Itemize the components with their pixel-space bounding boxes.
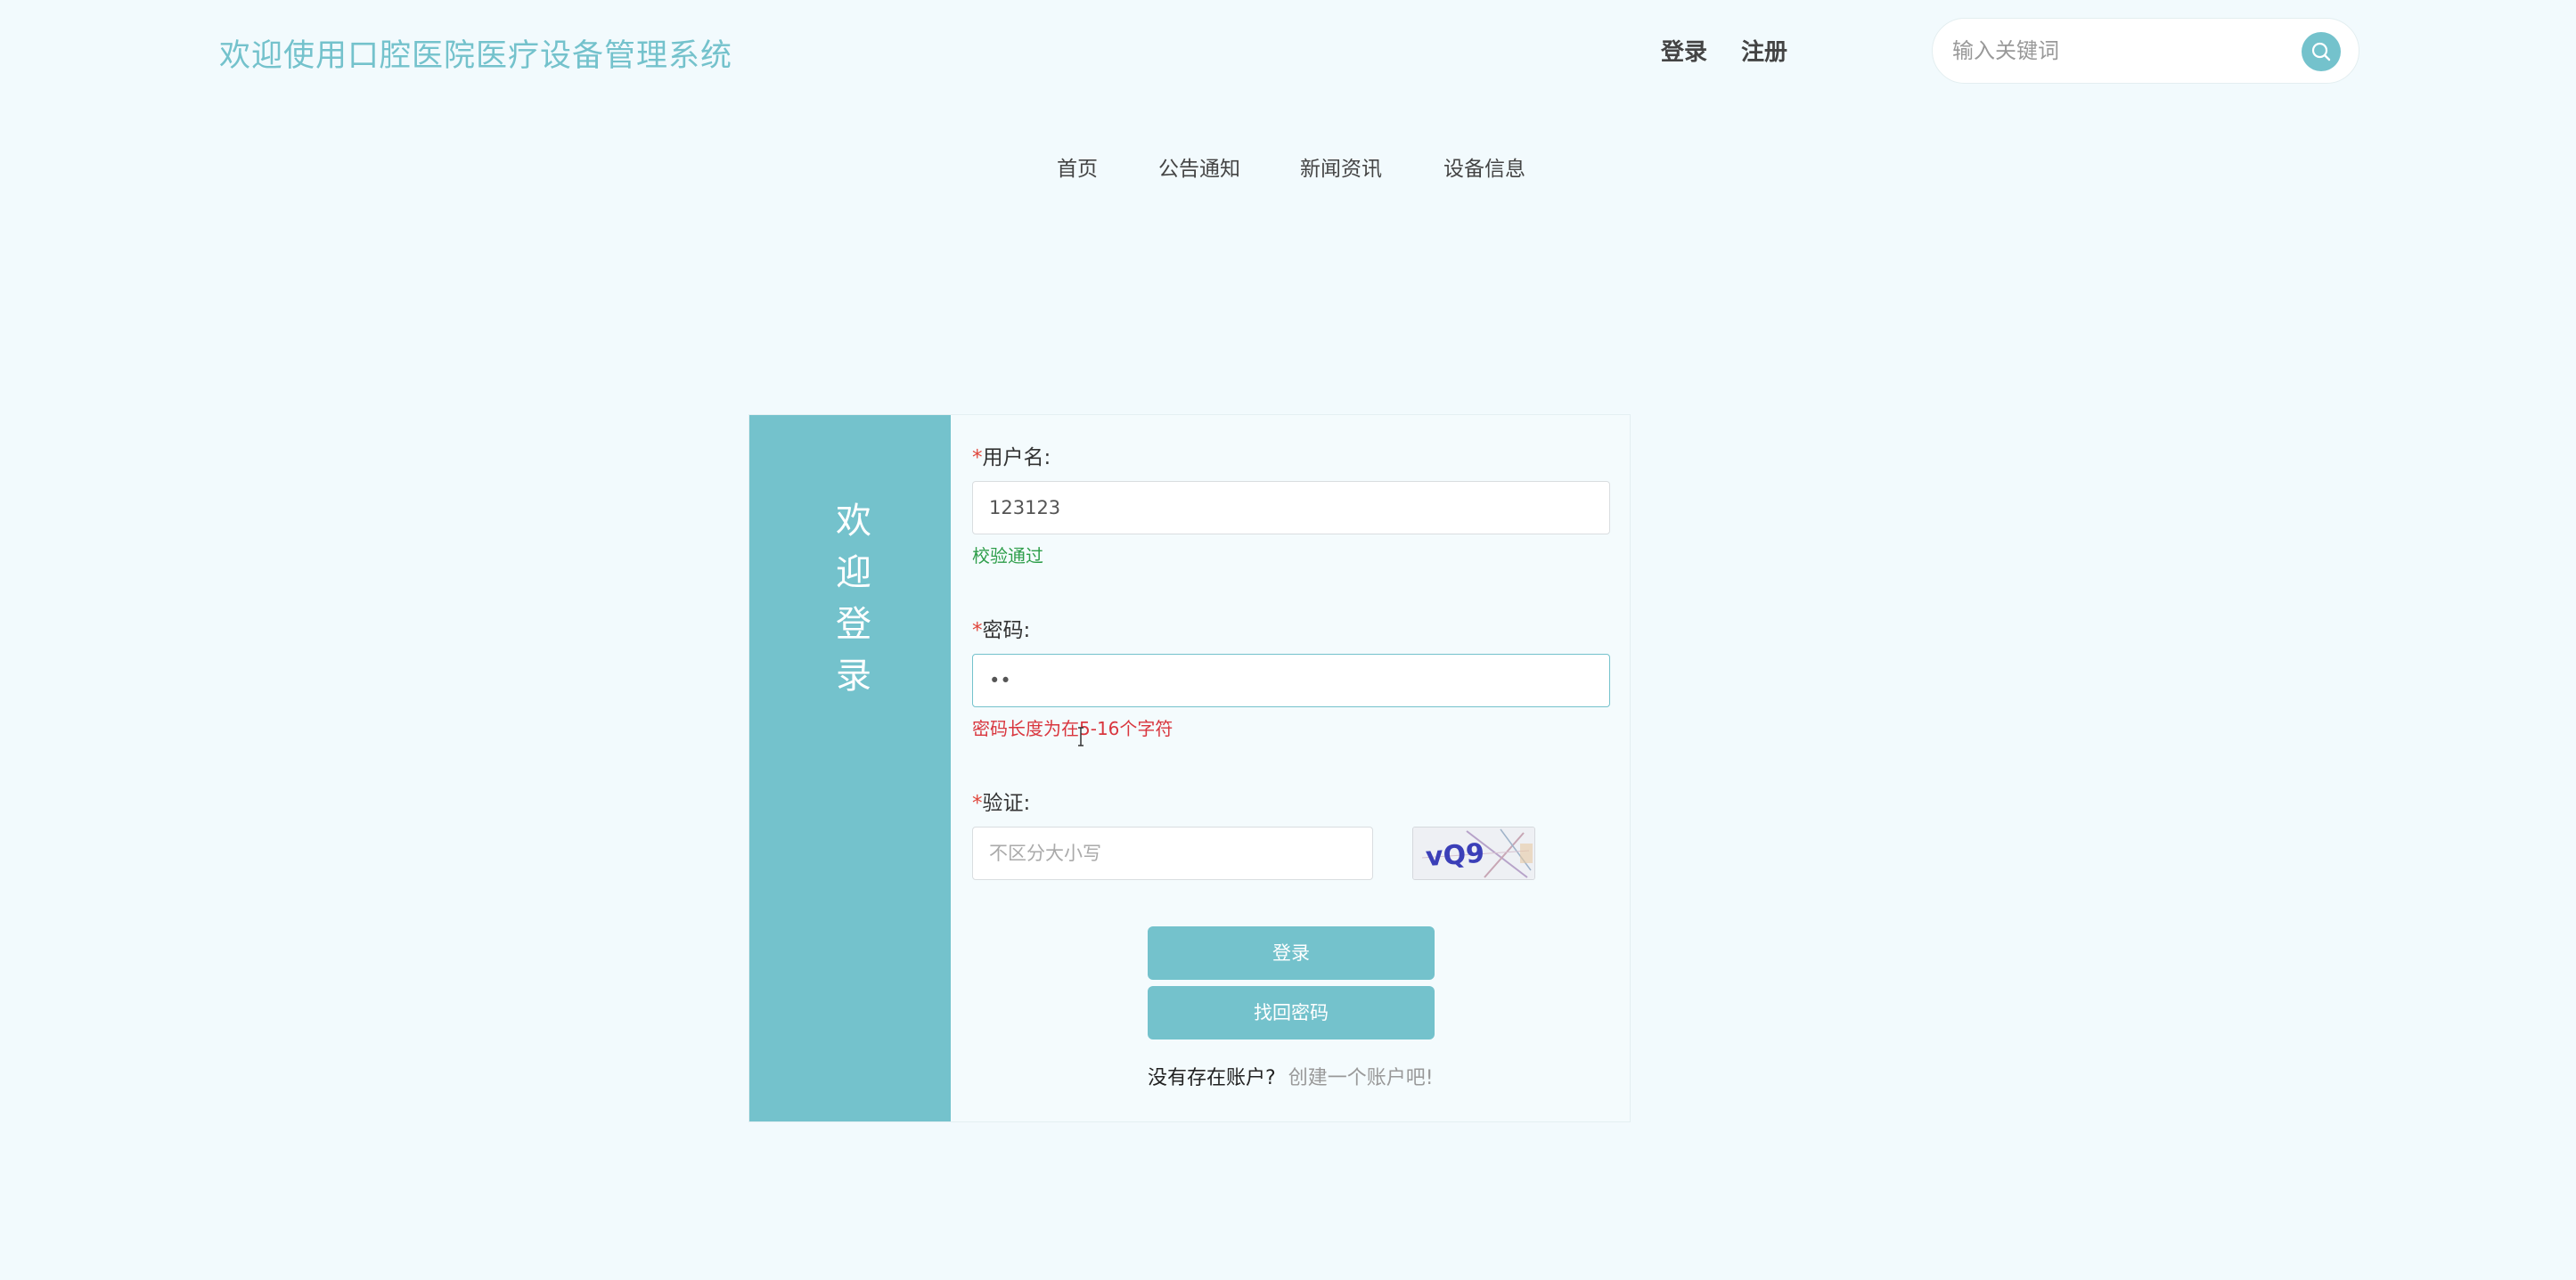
text-cursor-icon: [1078, 727, 1084, 746]
nav-item-notices[interactable]: 公告通知: [1158, 151, 1240, 182]
search-icon: [2311, 42, 2331, 61]
password-label-text: 密码:: [982, 619, 1031, 642]
header-login-link[interactable]: 登录: [1661, 34, 1707, 67]
site-title: 欢迎使用口腔医院医疗设备管理系统: [219, 38, 733, 74]
password-label: *密码:: [972, 613, 1030, 643]
no-account-text: 没有存在账户?: [1148, 1067, 1276, 1089]
required-mark: *: [972, 446, 983, 469]
captcha-image[interactable]: vQ9: [1412, 827, 1535, 880]
required-mark: *: [972, 619, 983, 642]
captcha-label: *验证:: [972, 786, 1030, 816]
captcha-input[interactable]: [972, 827, 1373, 880]
nav-item-news[interactable]: 新闻资讯: [1300, 151, 1382, 182]
welcome-panel: 欢迎登录: [749, 415, 951, 1121]
page: 欢迎使用口腔医院医疗设备管理系统 登录 注册 首页 公告通知 新闻资讯 设备信息…: [0, 0, 2576, 1280]
nav-item-home[interactable]: 首页: [1057, 151, 1098, 182]
search-box: [1932, 18, 2359, 84]
captcha-text: vQ9: [1425, 838, 1485, 874]
search-button[interactable]: [2302, 32, 2341, 71]
password-input[interactable]: [972, 654, 1610, 707]
register-prompt: 没有存在账户? 创建一个账户吧!: [1148, 1062, 1434, 1090]
nav-item-equipment[interactable]: 设备信息: [1443, 151, 1525, 182]
captcha-graphic: vQ9: [1413, 828, 1534, 879]
username-validation-message: 校验通过: [972, 545, 1043, 567]
username-label: *用户名:: [972, 440, 1051, 470]
login-button[interactable]: 登录: [1148, 926, 1435, 980]
header-register-link[interactable]: 注册: [1741, 34, 1787, 67]
welcome-text: 欢迎登录: [836, 501, 871, 697]
forgot-password-button[interactable]: 找回密码: [1148, 986, 1435, 1039]
create-account-link[interactable]: 创建一个账户吧!: [1288, 1067, 1434, 1089]
main-nav: 首页 公告通知 新闻资讯 设备信息: [0, 151, 2576, 187]
username-input[interactable]: [972, 481, 1610, 534]
login-form: *用户名: 校验通过 *密码: 密码长度为在5-16个字符 *验证:: [972, 415, 1614, 1121]
search-input[interactable]: [1952, 33, 2282, 69]
login-card: 欢迎登录 *用户名: 校验通过 *密码: 密码长度为在5-16个字符 *验证:: [748, 414, 1631, 1122]
password-validation-message: 密码长度为在5-16个字符: [972, 718, 1174, 739]
required-mark: *: [972, 792, 983, 815]
username-label-text: 用户名:: [982, 446, 1051, 469]
captcha-label-text: 验证:: [982, 792, 1031, 815]
